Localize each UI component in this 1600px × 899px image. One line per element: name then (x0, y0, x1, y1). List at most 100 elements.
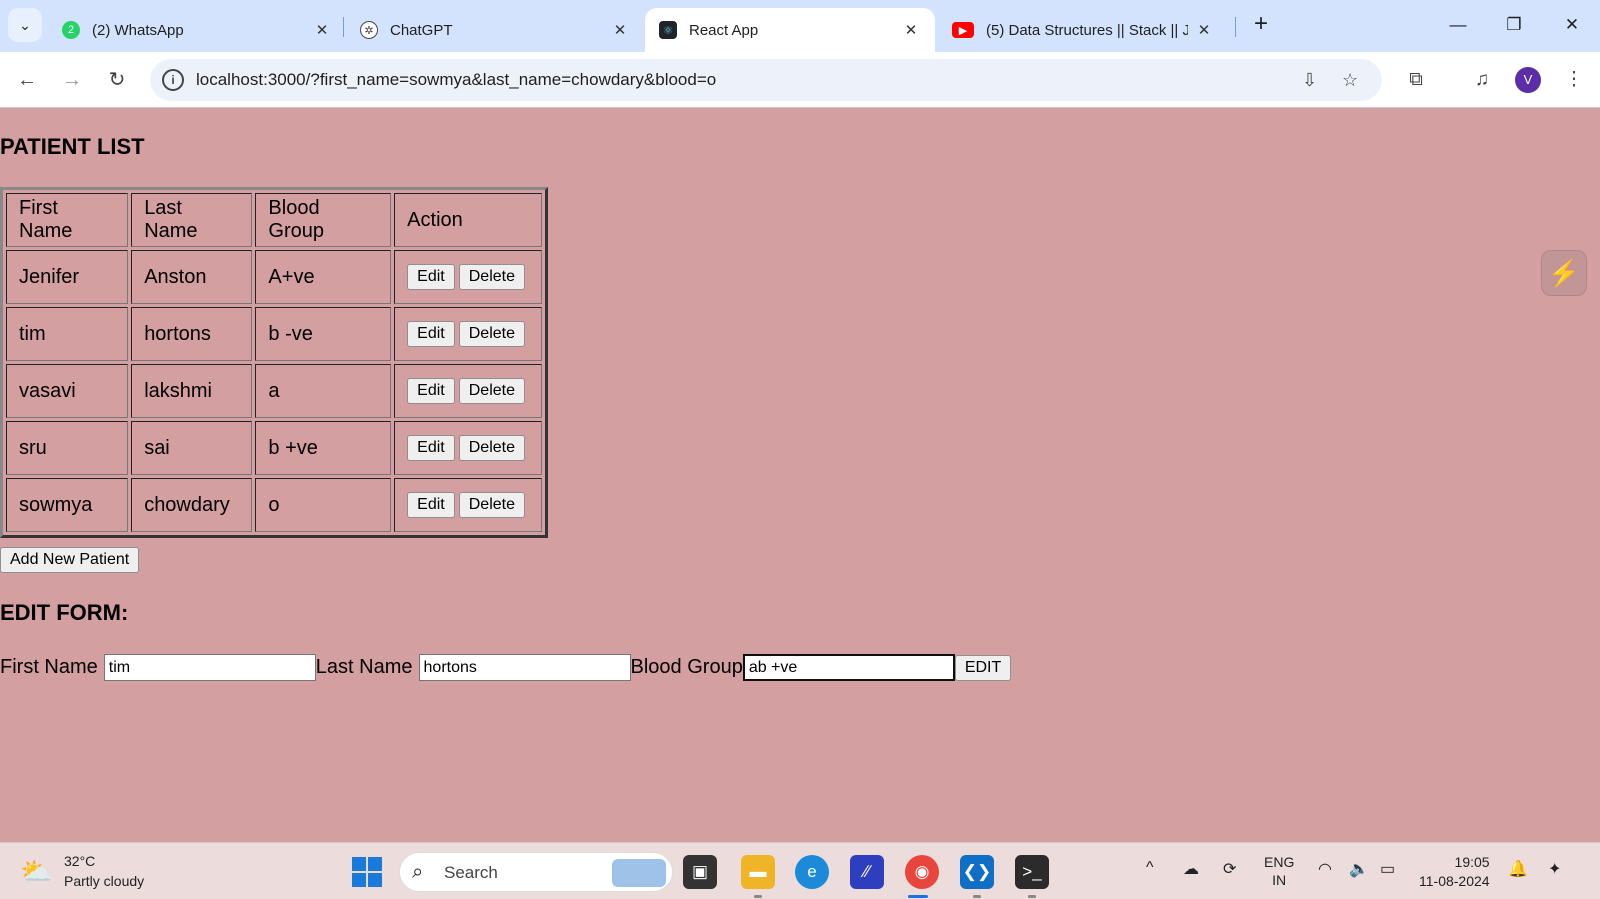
forward-button[interactable]: → (58, 66, 86, 94)
chrome-icon[interactable]: ◉ (905, 855, 939, 889)
search-highlight-image (612, 859, 666, 887)
close-tab-icon[interactable]: ✕ (1194, 21, 1214, 39)
page-content: PATIENT LIST First Name Last Name Blood … (0, 108, 1600, 842)
table-row: vasavi lakshmi a Edit Delete (6, 364, 542, 418)
cell-last-name: lakshmi (131, 364, 253, 418)
media-control-icon[interactable]: ♫ (1468, 66, 1496, 94)
volume-icon[interactable]: 🔈 (1349, 859, 1369, 879)
math-app-icon[interactable]: ∕∕ (850, 855, 884, 889)
vscode-icon[interactable]: ❮❯ (960, 855, 994, 889)
close-tab-icon[interactable]: ✕ (312, 21, 332, 39)
task-view-icon[interactable]: ▣ (683, 855, 717, 889)
language-indicator[interactable]: ENG IN (1264, 853, 1294, 889)
edit-submit-button[interactable]: EDIT (954, 654, 1012, 681)
edit-button[interactable]: Edit (407, 378, 455, 404)
close-window-button[interactable]: ✕ (1544, 8, 1600, 42)
sync-icon[interactable]: ⟳ (1223, 859, 1236, 879)
cell-blood-group: a (255, 364, 392, 418)
app-running-indicator (754, 895, 762, 898)
react-icon: ⚛ (659, 21, 677, 39)
cell-action: Edit Delete (394, 250, 542, 304)
onedrive-icon[interactable]: ☁ (1183, 859, 1199, 879)
delete-button[interactable]: Delete (458, 321, 525, 347)
app-active-indicator (908, 895, 928, 898)
close-tab-icon[interactable]: ✕ (901, 21, 921, 39)
install-app-icon[interactable]: ⇩ (1302, 70, 1317, 91)
notification-bell-icon[interactable]: 🔔 (1508, 859, 1528, 879)
extensions-icon[interactable]: ⧉ (1402, 66, 1430, 94)
menu-kebab-icon[interactable]: ⋮ (1560, 66, 1588, 94)
minimize-button[interactable]: — (1430, 8, 1486, 42)
cell-action: Edit Delete (394, 364, 542, 418)
profile-avatar[interactable]: V (1515, 67, 1541, 93)
tab-strip: ⌄ 2 (2) WhatsApp ✕ ✲ ChatGPT ✕ ⚛ React A… (0, 0, 1600, 52)
blood-group-field[interactable] (742, 654, 955, 681)
delete-button[interactable]: Delete (458, 435, 525, 461)
tab-whatsapp[interactable]: 2 (2) WhatsApp ✕ (48, 8, 346, 52)
url-text[interactable]: localhost:3000/?first_name=sowmya&last_n… (196, 70, 716, 90)
cell-last-name: sai (131, 421, 253, 475)
cell-action: Edit Delete (394, 478, 542, 532)
cell-first-name: Jenifer (6, 250, 129, 304)
tab-search-button[interactable]: ⌄ (8, 8, 42, 42)
address-bar[interactable]: i localhost:3000/?first_name=sowmya&last… (150, 59, 1382, 101)
region-code: IN (1272, 872, 1287, 888)
weather-temp: 32°C (64, 853, 96, 869)
restore-button[interactable]: ❐ (1486, 8, 1542, 42)
last-name-label: Last Name (315, 656, 413, 678)
chevron-down-icon: ⌄ (19, 16, 31, 33)
edit-button[interactable]: Edit (407, 321, 455, 347)
system-clock[interactable]: 19:05 11-08-2024 (1419, 853, 1490, 891)
tab-chatgpt[interactable]: ✲ ChatGPT ✕ (346, 8, 644, 52)
new-tab-button[interactable]: + (1246, 10, 1276, 40)
tab-divider (343, 17, 344, 37)
table-row: sowmya chowdary o Edit Delete (6, 478, 542, 532)
cell-last-name: Anston (131, 250, 253, 304)
cell-blood-group: o (255, 478, 392, 532)
terminal-icon[interactable]: >_ (1015, 855, 1049, 889)
edit-button[interactable]: Edit (407, 492, 455, 518)
cell-blood-group: b +ve (255, 421, 392, 475)
file-explorer-icon[interactable]: ▬ (741, 855, 775, 889)
table-row: Jenifer Anston A+ve Edit Delete (6, 250, 542, 304)
header-action: Action (394, 193, 542, 247)
header-blood-group: Blood Group (255, 193, 392, 247)
copilot-icon[interactable]: ✦ (1548, 859, 1561, 879)
reload-button[interactable]: ↻ (103, 66, 131, 94)
cell-first-name: sru (6, 421, 129, 475)
edit-button[interactable]: Edit (407, 435, 455, 461)
cell-first-name: vasavi (6, 364, 129, 418)
youtube-icon: ▶ (952, 22, 974, 38)
add-new-patient-button[interactable]: Add New Patient (0, 547, 140, 573)
blood-group-label: Blood Group (630, 656, 743, 678)
edge-icon[interactable]: e (795, 855, 829, 889)
cell-last-name: chowdary (131, 478, 253, 532)
search-label: Search (444, 863, 498, 882)
delete-button[interactable]: Delete (458, 378, 525, 404)
tab-react-app[interactable]: ⚛ React App ✕ (645, 8, 935, 52)
chevron-up-icon[interactable]: ^ (1146, 859, 1154, 877)
cell-action: Edit Delete (394, 421, 542, 475)
tab-youtube[interactable]: ▶ (5) Data Structures || Stack || Jav ✕ (938, 8, 1228, 52)
start-windows-icon[interactable] (352, 857, 382, 887)
floating-extension-icon[interactable]: ⚡ (1541, 250, 1587, 296)
delete-button[interactable]: Delete (458, 264, 525, 290)
edit-button[interactable]: Edit (407, 264, 455, 290)
weather-widget[interactable]: ⛅ 32°C Partly cloudy (20, 851, 144, 891)
site-info-icon[interactable]: i (162, 69, 184, 91)
last-name-field[interactable] (418, 654, 631, 681)
first-name-label: First Name (0, 656, 98, 678)
wifi-icon[interactable]: ◠ (1318, 859, 1332, 879)
delete-button[interactable]: Delete (458, 492, 525, 518)
close-tab-icon[interactable]: ✕ (610, 21, 630, 39)
windows-taskbar: ⛅ 32°C Partly cloudy ⌕ Search ▣ ▬ e ∕∕ ◉… (0, 842, 1600, 899)
bookmark-star-icon[interactable]: ☆ (1342, 70, 1358, 91)
header-first-name: First Name (6, 193, 129, 247)
first-name-field[interactable] (103, 654, 316, 681)
battery-icon[interactable]: ▭ (1380, 859, 1395, 879)
tab-divider (1235, 17, 1236, 37)
cell-action: Edit Delete (394, 307, 542, 361)
back-button[interactable]: ← (13, 66, 41, 94)
tab-title: (5) Data Structures || Stack || Jav (986, 21, 1188, 39)
taskbar-search[interactable]: ⌕ Search (399, 852, 673, 892)
